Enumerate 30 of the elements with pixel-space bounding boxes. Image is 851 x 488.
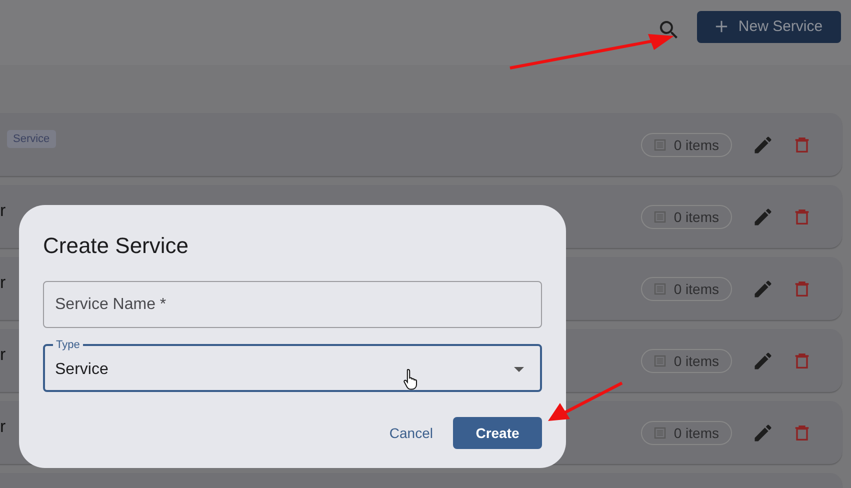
- service-name: r: [0, 200, 6, 220]
- new-service-button[interactable]: New Service: [697, 10, 841, 42]
- edit-icon[interactable]: [752, 278, 774, 300]
- item-count-chip: 0 items: [640, 348, 732, 372]
- create-button[interactable]: Create: [453, 417, 542, 449]
- service-name: r: [0, 272, 6, 292]
- dialog-title: Create Service: [43, 233, 190, 259]
- service-name: r: [0, 344, 6, 364]
- edit-icon[interactable]: [752, 206, 774, 228]
- edit-icon[interactable]: [752, 134, 774, 156]
- pointer-cursor-icon: [403, 368, 419, 390]
- list-icon: [654, 210, 666, 222]
- caret-icon: [514, 367, 524, 372]
- item-count-chip: 0 items: [640, 420, 732, 444]
- plus-icon: [715, 20, 728, 33]
- cancel-button[interactable]: Cancel: [389, 417, 433, 449]
- edit-icon[interactable]: [752, 350, 774, 372]
- type-tag: Service: [7, 130, 56, 148]
- list-icon: [654, 426, 666, 438]
- item-count-chip: 0 items: [640, 276, 732, 300]
- list-icon: [654, 354, 666, 366]
- list-icon: [654, 138, 666, 150]
- edit-icon[interactable]: [752, 422, 774, 444]
- service-name-field[interactable]: Service Name *: [43, 281, 542, 328]
- service-name: r: [0, 416, 6, 436]
- type-select[interactable]: Type Service: [43, 339, 542, 392]
- item-count-chip: 0 items: [640, 132, 732, 156]
- type-label: Type: [55, 339, 81, 351]
- item-count-chip: 0 items: [640, 204, 732, 228]
- list-icon: [654, 282, 666, 294]
